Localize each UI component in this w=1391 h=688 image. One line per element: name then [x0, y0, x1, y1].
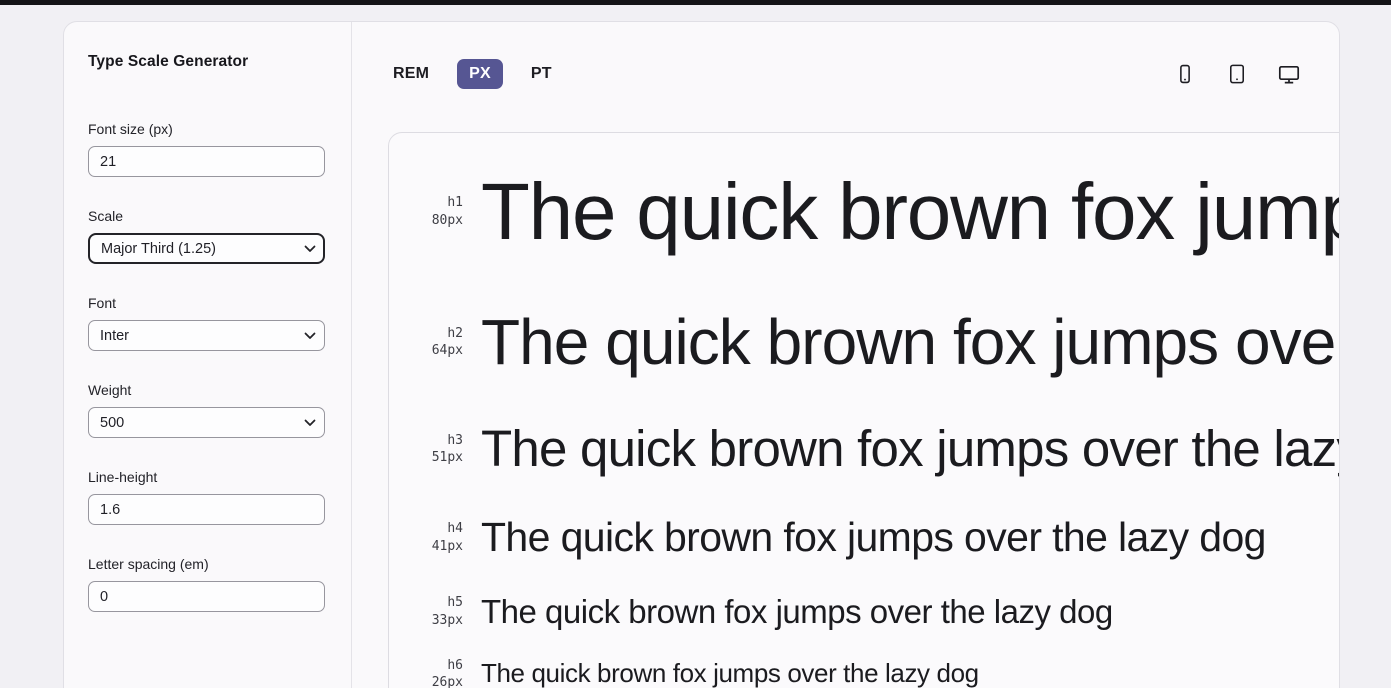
phone-icon — [1174, 63, 1196, 85]
phone-preview-button[interactable] — [1173, 62, 1197, 86]
app-window: Type Scale Generator Font size (px) Scal… — [63, 21, 1340, 688]
weight-field-group: Weight 500 — [88, 382, 327, 438]
preview-toolbar: REM PX PT — [393, 58, 1301, 89]
preview-area: REM PX PT h1 80px The quick brown fox ju… — [352, 22, 1339, 688]
heading-size: 80px — [431, 213, 463, 228]
heading-size: 64px — [431, 343, 463, 359]
heading-tag: h5 — [447, 595, 463, 611]
line-height-input[interactable] — [88, 494, 325, 525]
tablet-icon — [1226, 63, 1248, 85]
tab-px[interactable]: PX — [457, 58, 503, 89]
preview-row-h1: h1 80px The quick brown fox jumps over t… — [389, 148, 1339, 276]
font-size-label: Font size (px) — [88, 121, 173, 137]
desktop-preview-button[interactable] — [1277, 62, 1301, 86]
browser-top-strip — [0, 0, 1391, 5]
heading-tag: h3 — [447, 432, 463, 448]
preview-row-h5: h5 33px The quick brown fox jumps over t… — [389, 586, 1339, 639]
unit-tabs: REM PX PT — [393, 58, 552, 89]
scale-field-group: Scale Major Third (1.25) — [88, 208, 327, 264]
row-label-h6: h6 26px — [389, 657, 463, 688]
settings-sidebar: Type Scale Generator Font size (px) Scal… — [64, 22, 352, 688]
heading-size: 51px — [431, 450, 463, 466]
line-height-field-group: Line-height — [88, 469, 327, 525]
font-size-input[interactable] — [88, 146, 325, 177]
heading-tag: h4 — [447, 521, 463, 537]
tab-pt[interactable]: PT — [531, 59, 552, 89]
preview-row-h6: h6 26px The quick brown fox jumps over t… — [389, 653, 1339, 688]
heading-tag: h1 — [447, 195, 463, 211]
type-scale-preview-card: h1 80px The quick brown fox jumps over t… — [388, 132, 1339, 688]
row-label-h2: h2 64px — [389, 325, 463, 360]
sample-text-h5: The quick brown fox jumps over the lazy … — [481, 592, 1113, 630]
font-select[interactable]: Inter — [88, 320, 325, 351]
font-label: Font — [88, 295, 117, 311]
heading-tag: h2 — [447, 325, 463, 341]
tablet-preview-button[interactable] — [1225, 62, 1249, 86]
heading-size: 41px — [431, 538, 463, 554]
sample-text-h6: The quick brown fox jumps over the lazy … — [481, 658, 979, 688]
line-height-label: Line-height — [88, 469, 158, 485]
preview-row-h4: h4 41px The quick brown fox jumps over t… — [389, 505, 1339, 571]
preview-row-h3: h3 51px The quick brown fox jumps over t… — [389, 408, 1339, 490]
row-label-h4: h4 41px — [389, 520, 463, 555]
weight-select[interactable]: 500 — [88, 407, 325, 438]
desktop-icon — [1277, 62, 1301, 86]
heading-size: 33px — [431, 612, 463, 628]
sample-text-h1: The quick brown fox jumps over the lazy … — [481, 167, 1339, 256]
row-label-h5: h5 33px — [389, 594, 463, 629]
heading-tag: h6 — [447, 657, 463, 673]
page-title: Type Scale Generator — [88, 53, 249, 70]
preview-row-h2: h2 64px The quick brown fox jumps over t… — [389, 291, 1339, 393]
font-field-group: Font Inter — [88, 295, 327, 351]
weight-label: Weight — [88, 382, 132, 398]
sample-text-h2: The quick brown fox jumps over the lazy … — [481, 306, 1339, 378]
sample-text-h4: The quick brown fox jumps over the lazy … — [481, 513, 1266, 560]
heading-size: 26px — [431, 675, 463, 688]
row-label-h3: h3 51px — [389, 432, 463, 467]
font-size-field-group: Font size (px) — [88, 121, 327, 177]
letter-spacing-field-group: Letter spacing (em) — [88, 556, 327, 612]
scale-select[interactable]: Major Third (1.25) — [88, 233, 325, 264]
letter-spacing-input[interactable] — [88, 581, 325, 612]
sample-text-h3: The quick brown fox jumps over the lazy … — [481, 420, 1339, 478]
device-preview-buttons — [1173, 62, 1301, 86]
scale-label: Scale — [88, 208, 124, 224]
letter-spacing-label: Letter spacing (em) — [88, 556, 209, 572]
row-label-h1: h1 80px — [389, 194, 463, 229]
tab-rem[interactable]: REM — [393, 59, 429, 89]
